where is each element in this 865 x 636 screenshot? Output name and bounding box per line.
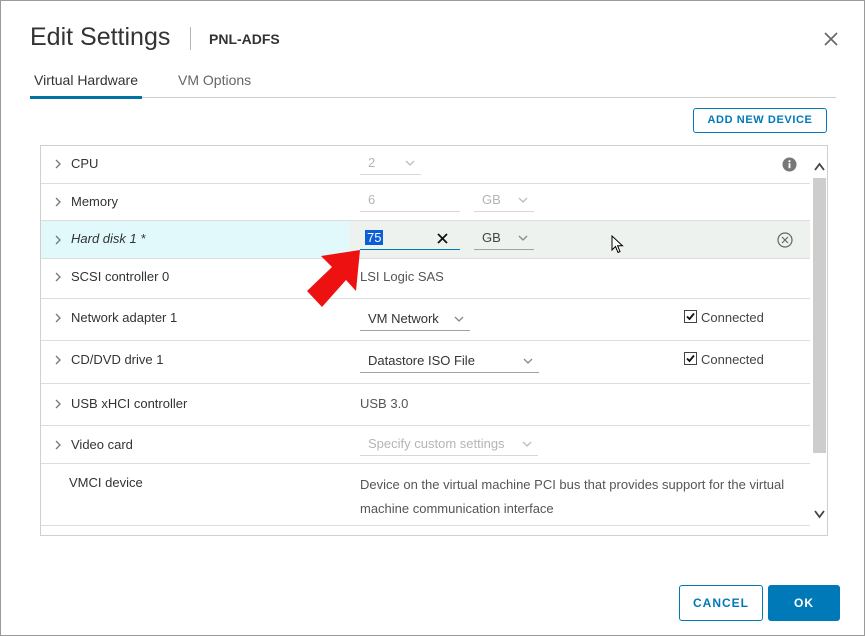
add-new-device-button[interactable]: ADD NEW DEVICE bbox=[693, 108, 827, 133]
video-card-value: Specify custom settings bbox=[368, 436, 505, 451]
cpu-value: 2 bbox=[368, 155, 376, 170]
device-row-memory: Memory 6 GB bbox=[41, 184, 810, 221]
scrollbar-thumb[interactable] bbox=[813, 178, 826, 453]
cpu-label: CPU bbox=[71, 156, 99, 171]
network-select[interactable]: VM Network bbox=[360, 309, 470, 331]
scsi-value: LSI Logic SAS bbox=[360, 269, 444, 284]
chevron-right-icon[interactable] bbox=[53, 440, 63, 450]
checkmark-icon bbox=[686, 312, 695, 321]
clear-icon[interactable] bbox=[437, 233, 448, 244]
device-row-vmci-device: VMCI device Device on the virtual machin… bbox=[41, 464, 810, 526]
device-grid: CPU 2 Memory 6 GB Hard disk 1 * 75 GB SC… bbox=[40, 145, 828, 536]
hard-disk-size-value: 75 bbox=[365, 230, 384, 245]
ok-button[interactable]: OK bbox=[768, 585, 840, 621]
cancel-button[interactable]: CANCEL bbox=[679, 585, 763, 621]
cdrom-label: CD/DVD drive 1 bbox=[71, 352, 164, 367]
dialog-title: Edit Settings bbox=[30, 23, 171, 51]
memory-input[interactable]: 6 bbox=[360, 190, 460, 212]
memory-value: 6 bbox=[368, 192, 376, 207]
video-card-label: Video card bbox=[71, 437, 133, 452]
usb-value: USB 3.0 bbox=[360, 396, 409, 411]
info-icon[interactable] bbox=[782, 157, 797, 172]
chevron-right-icon[interactable] bbox=[53, 197, 63, 207]
hard-disk-size-input[interactable]: 75 bbox=[360, 228, 460, 250]
chevron-up-icon[interactable] bbox=[813, 161, 826, 173]
vmci-label: VMCI device bbox=[69, 475, 143, 490]
device-row-cd-dvd-drive: CD/DVD drive 1 Datastore ISO File Connec… bbox=[41, 341, 810, 384]
chevron-down-icon bbox=[518, 197, 528, 203]
close-icon[interactable] bbox=[821, 29, 841, 49]
cdrom-connected-label: Connected bbox=[701, 352, 764, 367]
device-row-scsi-controller: SCSI controller 0 LSI Logic SAS bbox=[41, 259, 810, 299]
cdrom-value: Datastore ISO File bbox=[368, 353, 475, 368]
device-row-video-card: Video card Specify custom settings bbox=[41, 426, 810, 464]
vmci-description: Device on the virtual machine PCI bus th… bbox=[360, 477, 785, 516]
device-row-cpu: CPU 2 bbox=[41, 146, 810, 184]
device-row-hard-disk: Hard disk 1 * 75 GB bbox=[41, 221, 810, 259]
cdrom-connected-checkbox[interactable] bbox=[684, 352, 697, 365]
chevron-right-icon[interactable] bbox=[53, 355, 63, 365]
scsi-label: SCSI controller 0 bbox=[71, 269, 170, 284]
chevron-right-icon[interactable] bbox=[53, 399, 63, 409]
chevron-right-icon[interactable] bbox=[53, 313, 63, 323]
chevron-down-icon bbox=[523, 358, 533, 364]
cpu-select[interactable]: 2 bbox=[360, 153, 421, 175]
tab-bar: Virtual Hardware VM Options bbox=[30, 61, 836, 99]
video-card-select[interactable]: Specify custom settings bbox=[360, 434, 538, 456]
tab-virtual-hardware[interactable]: Virtual Hardware bbox=[30, 72, 143, 99]
title-separator bbox=[190, 27, 191, 50]
hard-disk-label: Hard disk 1 * bbox=[71, 231, 146, 246]
mouse-cursor-icon bbox=[611, 235, 624, 254]
network-connected-checkbox[interactable] bbox=[684, 310, 697, 323]
chevron-right-icon[interactable] bbox=[53, 272, 63, 282]
hard-disk-unit: GB bbox=[482, 230, 501, 245]
memory-unit: GB bbox=[482, 192, 501, 207]
chevron-down-icon[interactable] bbox=[813, 508, 826, 520]
memory-unit-select[interactable]: GB bbox=[474, 190, 534, 212]
usb-label: USB xHCI controller bbox=[71, 396, 188, 411]
memory-label: Memory bbox=[71, 194, 118, 209]
checkmark-icon bbox=[686, 354, 695, 363]
cdrom-select[interactable]: Datastore ISO File bbox=[360, 351, 539, 373]
device-row-network-adapter: Network adapter 1 VM Network Connected bbox=[41, 299, 810, 341]
chevron-down-icon bbox=[522, 441, 532, 447]
network-value: VM Network bbox=[368, 311, 439, 326]
remove-device-icon[interactable] bbox=[777, 232, 793, 248]
annotation-arrow-icon bbox=[307, 250, 360, 307]
chevron-down-icon bbox=[454, 316, 464, 322]
chevron-down-icon bbox=[405, 160, 415, 166]
network-label: Network adapter 1 bbox=[71, 310, 178, 325]
chevron-right-icon[interactable] bbox=[53, 159, 63, 169]
device-row-usb-controller: USB xHCI controller USB 3.0 bbox=[41, 384, 810, 426]
chevron-down-icon bbox=[518, 235, 528, 241]
vm-name: PNL-ADFS bbox=[209, 31, 280, 47]
network-connected-label: Connected bbox=[701, 310, 764, 325]
scrollbar[interactable] bbox=[810, 146, 827, 535]
hard-disk-unit-select[interactable]: GB bbox=[474, 228, 534, 250]
edit-settings-dialog: Edit Settings PNL-ADFS Virtual Hardware … bbox=[0, 0, 865, 636]
tab-vm-options[interactable]: VM Options bbox=[178, 72, 251, 96]
chevron-right-icon[interactable] bbox=[53, 235, 63, 245]
